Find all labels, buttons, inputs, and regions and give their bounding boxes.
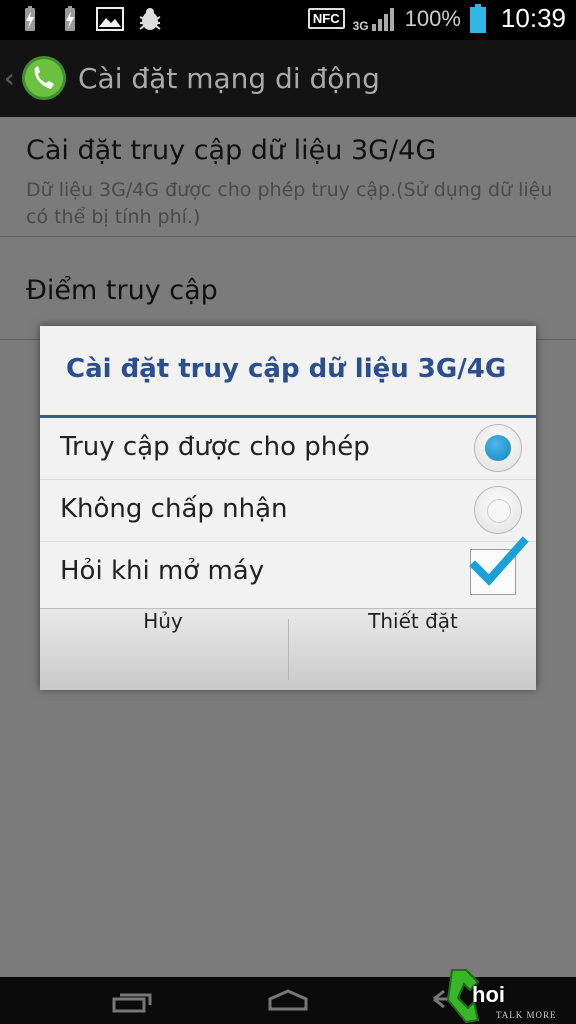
option-label: Truy cập được cho phép [60,432,370,462]
data-access-dialog: Cài đặt truy cập dữ liệu 3G/4G Truy cập … [40,326,536,690]
battery-charging-icon [65,6,75,31]
page-title: Cài đặt mạng di động [78,62,380,95]
signal-icon [371,7,394,31]
network-type: 3G [352,18,369,33]
list-item-subtitle: Dữ liệu 3G/4G được cho phép truy cập.(Sử… [26,179,553,228]
list-item-title: Điểm truy cập [26,275,218,306]
phone-icon [22,56,66,100]
button-divider [288,619,289,680]
nfc-icon: NFC [307,8,345,29]
set-button[interactable]: Thiết đặt [290,609,536,690]
battery-percent: 100% [404,5,461,31]
watermark-logo: hoi TALK MORE [444,968,576,1024]
battery-icon [469,3,486,33]
radio-selected[interactable] [474,424,522,472]
checkbox[interactable] [469,536,529,595]
option-allowed[interactable]: Truy cập được cho phép [40,418,536,480]
dialog-button-bar: Hủy Thiết đặt [40,608,536,690]
radio-unselected[interactable] [474,486,522,534]
option-label: Hỏi khi mở máy [60,556,265,586]
checkmark-icon [469,536,529,586]
option-ask-on-boot[interactable]: Hỏi khi mở máy [40,536,536,604]
cancel-button[interactable]: Hủy [40,609,286,690]
chevron-left-icon: ‹ [4,64,15,94]
status-system: NFC 3G 100% 10:39 [307,3,566,34]
home-icon[interactable] [258,983,318,1017]
clock: 10:39 [500,3,566,33]
option-denied[interactable]: Không chấp nhận [40,480,536,542]
status-notifications [16,5,164,33]
list-item-data-access[interactable]: Cài đặt truy cập dữ liệu 3G/4G Dữ liệu 3… [0,117,576,236]
battery-charging-icon [25,6,35,31]
recent-apps-icon[interactable] [100,983,160,1017]
dialog-title: Cài đặt truy cập dữ liệu 3G/4G [66,354,507,384]
list-item-title: Cài đặt truy cập dữ liệu 3G/4G [26,135,437,166]
bug-icon [139,8,161,30]
list-item-access-point[interactable]: Điểm truy cập [0,237,576,339]
image-icon [96,7,124,31]
network-indicator: 3G [353,6,397,32]
option-label: Không chấp nhận [60,494,288,524]
watermark-brand: hoi [472,982,505,1007]
action-bar: ‹ Cài đặt mạng di động [0,40,576,117]
watermark-tagline: TALK MORE [496,1010,557,1020]
up-button[interactable]: ‹ [0,40,72,117]
status-bar: NFC 3G 100% 10:39 [0,0,576,40]
